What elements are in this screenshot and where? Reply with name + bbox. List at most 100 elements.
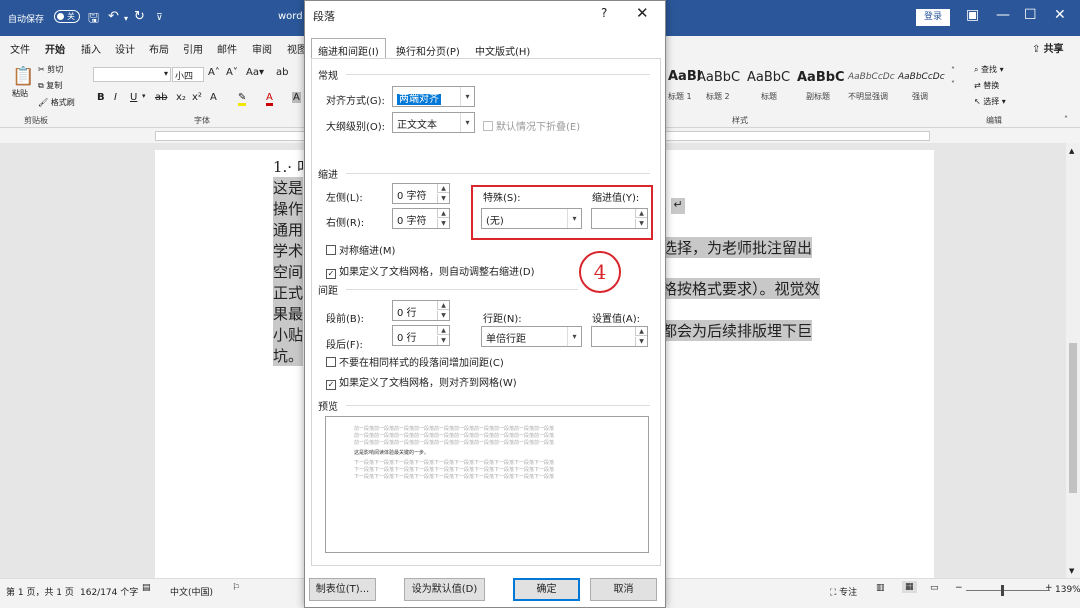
spacing-at-spinner[interactable]: ▲ ▼ (591, 326, 648, 347)
font-color-icon[interactable]: A (266, 92, 273, 106)
checkbox-box (483, 121, 493, 131)
tab-review[interactable]: 审阅 (252, 41, 272, 56)
zoom-slider-thumb[interactable] (1001, 585, 1004, 596)
style-title-name: 标题 (761, 92, 777, 101)
ribbon-display-icon[interactable]: ▣ (966, 7, 979, 23)
spacing-before-spinner[interactable]: 0 行 ▲ ▼ (392, 300, 450, 321)
preview-section-label: 预览 (318, 402, 338, 413)
change-case-icon[interactable]: Aa▾ (246, 67, 264, 78)
collapsed-checkbox[interactable]: 默认情况下折叠(E) (483, 118, 580, 133)
set-default-button[interactable]: 设为默认值(D) (404, 578, 485, 601)
chevron-down-icon: ▾ (460, 113, 474, 132)
indent-section-label: 缩进 (318, 170, 338, 181)
help-icon[interactable]: ? (601, 6, 607, 20)
styles-scroll-up-icon[interactable]: ˄ (951, 66, 955, 75)
no-space-same-style-checkbox[interactable]: 不要在相同样式的段落间增加间距(C) (326, 354, 504, 369)
zoom-slider[interactable] (966, 590, 1050, 591)
zoom-out-icon[interactable]: − (955, 583, 963, 593)
tab-insert[interactable]: 插入 (81, 41, 101, 56)
read-mode-icon[interactable]: ▥ (876, 583, 885, 593)
web-layout-icon[interactable]: ▭ (930, 583, 939, 593)
style-title-sample[interactable]: AaBbC (747, 70, 790, 85)
share-button[interactable]: ⇪ 共享 (1032, 40, 1064, 55)
font-name-combo[interactable]: ▾ (93, 67, 171, 82)
vertical-scrollbar[interactable]: ▲ ▼ (1066, 143, 1080, 578)
page-info[interactable]: 第 1 页，共 1 页 (6, 585, 74, 598)
tab-asian-typography[interactable]: 中文版式(H) (468, 38, 537, 59)
scroll-thumb[interactable] (1069, 343, 1077, 493)
line-spacing-combo[interactable]: 单倍行距 ▾ (481, 326, 582, 347)
focus-button[interactable]: ⛶ 专注 (830, 585, 857, 598)
close-window-icon[interactable]: ✕ (1054, 7, 1066, 23)
snap-to-grid-checkbox[interactable]: ✓ 如果定义了文档网格，则对齐到网格(W) (326, 374, 517, 390)
outline-level-combo[interactable]: 正文文本 ▾ (392, 112, 475, 133)
proofing-icon[interactable]: ▤ (142, 583, 151, 593)
spacing-after-spinner[interactable]: 0 行 ▲ ▼ (392, 325, 450, 346)
paste-label[interactable]: 粘贴 (12, 88, 28, 99)
preview-next-text: 下一段落下一段落下一段落下一段落下一段落下一段落下一段落下一段落下一段落下一段落 (354, 474, 555, 480)
accessibility-icon[interactable]: ⚐ (232, 583, 240, 593)
format-painter-button[interactable]: 🖌 格式刷 (38, 97, 75, 108)
font-size-combo[interactable]: 小四 (172, 67, 204, 82)
autosave-toggle[interactable]: 关 (54, 10, 80, 23)
select-button[interactable]: ↖ 选择 ▾ (974, 96, 1006, 107)
cut-button[interactable]: ✂ 剪切 (38, 64, 63, 75)
style-subtitle-sample[interactable]: AaBbC (797, 70, 845, 85)
document-title: word (278, 11, 303, 22)
copy-button[interactable]: ⧉ 复制 (38, 80, 62, 91)
bold-button[interactable]: B (97, 92, 105, 103)
ok-button[interactable]: 确定 (513, 578, 580, 601)
customize-qat-icon[interactable]: ⊽ (156, 13, 163, 23)
shrink-font-icon[interactable]: A˅ (226, 67, 238, 78)
phonetic-guide-icon[interactable]: ab (276, 67, 288, 78)
style-subtle-emphasis-name: 不明显强调 (848, 92, 888, 101)
auto-adjust-indent-checkbox[interactable]: ✓ 如果定义了文档网格，则自动调整右缩进(D) (326, 263, 535, 279)
undo-dropdown-icon[interactable]: ▾ (124, 14, 128, 23)
grow-font-icon[interactable]: A˄ (208, 67, 220, 78)
char-shading-icon[interactable]: A (292, 92, 301, 103)
style-heading2-sample[interactable]: AaBbC (697, 70, 740, 85)
style-subtle-emphasis-sample[interactable]: AaBbCcDc (848, 72, 895, 82)
scroll-down-icon[interactable]: ▼ (1069, 567, 1074, 575)
maximize-icon[interactable]: ☐ (1024, 7, 1037, 23)
undo-icon[interactable]: ↶ (108, 9, 119, 24)
subscript-button[interactable]: x₂ (176, 92, 186, 103)
underline-button[interactable]: U (130, 92, 137, 103)
replace-button[interactable]: ⇄ 替换 (974, 80, 999, 91)
strikethrough-button[interactable]: ab (155, 92, 167, 103)
tab-line-page-breaks[interactable]: 换行和分页(P) (389, 38, 467, 59)
zoom-in-icon[interactable]: + (1045, 583, 1053, 593)
zoom-level[interactable]: 139% (1055, 585, 1080, 595)
close-icon[interactable]: ✕ (636, 4, 649, 22)
word-count[interactable]: 162/174 个字 (80, 585, 138, 598)
tab-layout[interactable]: 布局 (149, 41, 169, 56)
style-emphasis-sample[interactable]: AaBbCcDc (898, 72, 945, 82)
paste-icon[interactable]: 📋 (12, 66, 34, 87)
tab-file[interactable]: 文件 (10, 41, 30, 56)
tab-design[interactable]: 设计 (115, 41, 135, 56)
text-effects-icon[interactable]: A (210, 92, 217, 103)
tab-mailings[interactable]: 邮件 (217, 41, 237, 56)
login-button[interactable]: 登录 (916, 9, 950, 26)
save-icon[interactable]: 🖫 (88, 9, 99, 31)
indent-right-spinner[interactable]: 0 字符 ▲ ▼ (392, 208, 450, 229)
minimize-icon[interactable]: — (996, 7, 1010, 23)
find-button[interactable]: ⌕ 查找 ▾ (974, 64, 1004, 75)
redo-icon[interactable]: ↻ (134, 9, 145, 24)
underline-dropdown-icon[interactable]: ▾ (142, 92, 146, 100)
indent-left-spinner[interactable]: 0 字符 ▲ ▼ (392, 183, 450, 204)
tab-indents-spacing[interactable]: 缩进和间距(I) (311, 38, 386, 59)
alignment-combo[interactable]: 两端对齐 ▾ (392, 86, 475, 107)
tabs-button[interactable]: 制表位(T)... (309, 578, 376, 601)
language-label[interactable]: 中文(中国) (170, 585, 213, 598)
superscript-button[interactable]: x² (192, 92, 202, 103)
cancel-button[interactable]: 取消 (590, 578, 657, 601)
scroll-up-icon[interactable]: ▲ (1069, 147, 1074, 155)
italic-button[interactable]: I (114, 92, 117, 103)
mirror-indent-checkbox[interactable]: 对称缩进(M) (326, 242, 395, 257)
print-layout-icon[interactable]: ▦ (902, 581, 917, 593)
tab-references[interactable]: 引用 (183, 41, 203, 56)
styles-scroll-down-icon[interactable]: ˅ (951, 80, 955, 89)
highlight-icon[interactable]: ✎ (238, 92, 247, 106)
collapse-ribbon-icon[interactable]: ˄ (1064, 115, 1068, 124)
